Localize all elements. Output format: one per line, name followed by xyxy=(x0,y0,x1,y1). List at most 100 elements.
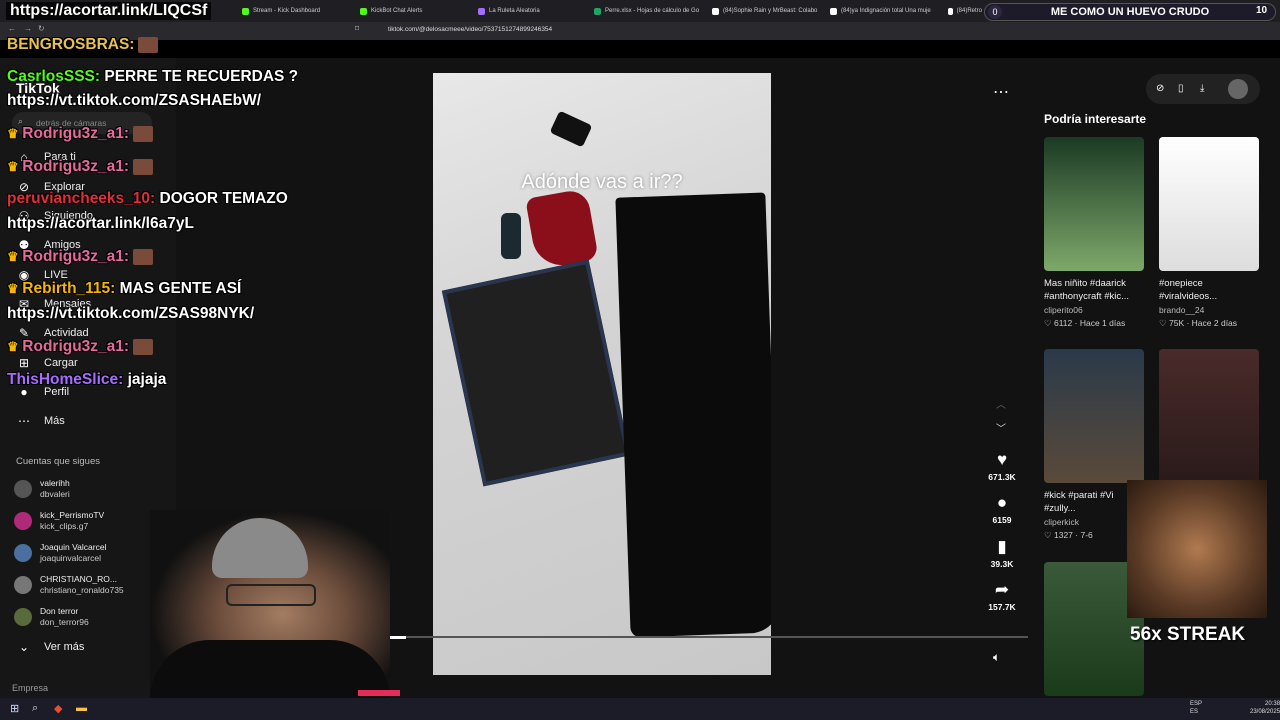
browser-tab[interactable]: Perre.xlsx - Hojas de cálculo de Go xyxy=(594,3,706,19)
recommended-video[interactable]: Mas niñito #daarick #anthonycraft #kic..… xyxy=(1044,137,1144,329)
company-link[interactable]: Empresa xyxy=(12,683,48,693)
comment-icon: ● xyxy=(996,493,1008,512)
recommended-video[interactable]: #onepiece #viralvideos... brando__24 ♡ 7… xyxy=(1159,137,1259,329)
chat-username: peruviancheeks_10: xyxy=(7,190,156,207)
chat-message: CasrlosSSS: PERRE TE RECUERDAS ? xyxy=(7,68,298,86)
account-handle: don_terror96 xyxy=(40,617,89,627)
browser-tab[interactable]: (84)Sophie Rain y MrBeast: Colabo xyxy=(712,3,824,19)
video-object-pants xyxy=(615,192,771,638)
chat-message: ♛ Rebirth_115: MAS GENTE ASÍ xyxy=(7,280,241,298)
share-button[interactable]: ➦ 157.7K xyxy=(982,580,1022,612)
following-account[interactable]: kick_PerrismoTV kick_clips.g7 xyxy=(14,510,104,532)
bookmark-icon[interactable]: ⌑ xyxy=(355,24,359,33)
chat-text: https://vt.tiktok.com/ZSASHAEbW/ xyxy=(7,92,262,109)
account-name: Joaquin Valcarcel xyxy=(40,542,107,552)
nav-more[interactable]: ⋯ Más xyxy=(16,414,65,428)
avatar xyxy=(14,512,32,530)
tab-label: KickBot Chat Alerts xyxy=(371,8,423,14)
chat-message: BENGROSBRAS: xyxy=(7,36,159,54)
chevron-up-icon[interactable]: ︿ xyxy=(996,396,1006,411)
brave-icon[interactable]: ◆ xyxy=(54,702,62,715)
user-avatar[interactable] xyxy=(1228,79,1248,99)
heart-icon: ♥ xyxy=(996,450,1008,469)
video-object-shoebox xyxy=(441,259,631,487)
video-user: brando__24 xyxy=(1159,305,1205,315)
nav-label: Cargar xyxy=(44,357,78,369)
more-options-icon[interactable]: ⋯ xyxy=(993,82,1009,102)
streak-image xyxy=(1127,480,1267,618)
forward-icon[interactable]: → xyxy=(24,24,32,33)
webcam-shirt xyxy=(150,640,390,700)
following-account[interactable]: CHRISTIANO_RO... christiano_ronaldo735 xyxy=(14,574,124,596)
time: 20:38 xyxy=(1265,701,1280,707)
back-icon[interactable]: ← xyxy=(8,24,16,33)
see-more-button[interactable]: ⌄ Ver más xyxy=(16,640,84,654)
windows-icon[interactable]: ⊞ xyxy=(10,702,19,715)
recommended-video[interactable] xyxy=(1159,349,1259,483)
taskbar xyxy=(0,698,1280,720)
clock[interactable]: 20:38 23/08/2025 xyxy=(1250,700,1280,716)
pip-icon[interactable]: ⊘ xyxy=(1156,83,1164,94)
following-account[interactable]: Joaquin Valcarcel joaquinvalcarcel xyxy=(14,542,106,564)
chat-message: https://acortar.link/l6a7yL xyxy=(7,215,194,233)
chat-username: Rodrigu3z_a1: xyxy=(22,125,130,142)
video-thumbnail xyxy=(1159,137,1259,271)
goal-start: 0 xyxy=(988,5,1002,19)
chat-text: https://acortar.link/l6a7yL xyxy=(7,215,194,232)
tab-label: (84)Retro xyxy=(956,8,982,14)
video-player[interactable]: Adónde vas a ir?? xyxy=(433,73,771,675)
browser-tab[interactable]: La Ruleta Aleatoria xyxy=(478,3,590,19)
download-icon[interactable]: ⤓ xyxy=(1200,83,1204,94)
tab-label: (84)Sophie Rain y MrBeast: Colabo xyxy=(723,8,818,14)
like-count: 671.3K xyxy=(988,472,1016,482)
date: 23/08/2025 xyxy=(1250,709,1280,715)
chat-message: ♛ Rodrigu3z_a1: xyxy=(7,158,154,176)
heart-icon: ♡ xyxy=(1044,318,1054,328)
browser-tab[interactable]: (84)Retro xyxy=(948,3,982,19)
avatar xyxy=(14,608,32,626)
account-handle: christiano_ronaldo735 xyxy=(40,585,124,595)
video-object-phone xyxy=(549,110,593,148)
url-field[interactable]: tiktok.com/@delosacmeee/video/7537151274… xyxy=(372,22,912,38)
save-button[interactable]: ▮ 39.3K xyxy=(982,537,1022,569)
volume-icon[interactable]: 🔈︎ xyxy=(993,650,1000,665)
folder-icon[interactable]: ▬ xyxy=(76,702,87,714)
video-title: Mas niñito #daarick #anthonycraft #kic..… xyxy=(1044,278,1130,302)
comment-count: 6159 xyxy=(992,515,1012,525)
comment-button[interactable]: ● 6159 xyxy=(982,493,1022,525)
account-name: kick_PerrismoTV xyxy=(40,510,105,520)
crown-icon: ♛ xyxy=(7,281,23,296)
like-button[interactable]: ♥ 671.3K xyxy=(982,450,1022,482)
browser-tab[interactable]: (84)ya Indignación total Una muje xyxy=(830,3,942,19)
tab-favicon xyxy=(830,7,837,15)
browser-tab[interactable]: KickBot Chat Alerts xyxy=(360,3,472,19)
video-user: cliperito06 xyxy=(1044,305,1083,315)
account-name: CHRISTIANO_RO... xyxy=(40,574,117,584)
chat-username: Rodrigu3z_a1: xyxy=(22,338,130,355)
nav-upload[interactable]: ⊞ Cargar xyxy=(16,356,78,370)
chat-text: PERRE TE RECUERDAS ? xyxy=(104,68,299,85)
overlay-accent-bar xyxy=(358,690,400,696)
device-icon[interactable]: ▯ xyxy=(1178,83,1184,94)
following-account[interactable]: valerihh dbvaleri xyxy=(14,478,70,500)
chat-text: DOGOR TEMAZO xyxy=(159,190,288,207)
account-name: valerihh xyxy=(40,478,70,488)
following-account[interactable]: Don terror don_terror96 xyxy=(14,606,89,628)
avatar xyxy=(14,576,32,594)
chat-message: ♛ Rodrigu3z_a1: xyxy=(7,338,154,356)
language-indicator[interactable]: ESP ES xyxy=(1190,700,1202,716)
tab-favicon xyxy=(360,7,367,15)
chat-message: https://vt.tiktok.com/ZSASHAEbW/ xyxy=(7,92,261,110)
see-more-label: Ver más xyxy=(44,641,85,653)
video-object-bottle xyxy=(501,213,521,259)
chat-text: MAS GENTE ASÍ xyxy=(119,280,242,297)
chevron-down-icon[interactable]: ﹀ xyxy=(996,420,1006,435)
emote-icon xyxy=(133,248,154,265)
reload-icon[interactable]: ↻ xyxy=(38,24,45,33)
chat-message: ♛ Rodrigu3z_a1: xyxy=(7,125,154,143)
account-name: Don terror xyxy=(40,606,79,616)
video-likes: 6112 xyxy=(1053,318,1073,328)
browser-tab[interactable]: Stream - Kick Dashboard xyxy=(242,3,354,19)
chat-username: ThisHomeSlice: xyxy=(7,371,124,388)
search-icon[interactable]: ⌕ xyxy=(32,702,38,715)
